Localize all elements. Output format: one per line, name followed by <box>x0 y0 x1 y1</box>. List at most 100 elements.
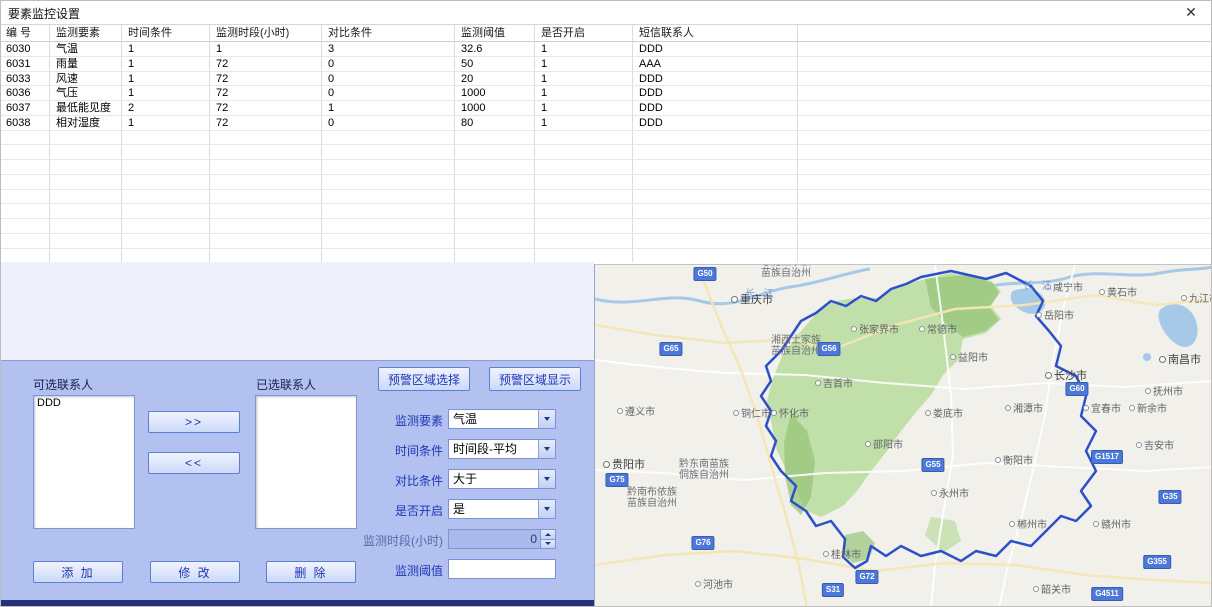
chevron-down-icon <box>545 542 551 545</box>
table-cell: 1 <box>535 42 633 57</box>
column-header[interactable]: 是否开启 <box>535 25 633 42</box>
column-header[interactable] <box>798 25 1212 42</box>
compare-condition-dropdown-button[interactable] <box>538 470 555 488</box>
table-cell: 风速 <box>50 72 122 87</box>
column-header[interactable]: 时间条件 <box>122 25 210 42</box>
table-cell: 3 <box>322 42 455 57</box>
table-cell: 1 <box>535 57 633 72</box>
column-header[interactable]: 短信联系人 <box>633 25 798 42</box>
highway-badge: G50 <box>693 267 716 281</box>
table-cell <box>798 72 1212 87</box>
table-row[interactable]: 6030气温11332.61DDD <box>0 42 1212 57</box>
table-cell <box>50 175 122 190</box>
table-row[interactable]: 6033风速1720201DDD <box>0 72 1212 87</box>
period-spinner[interactable]: 0 <box>448 529 556 549</box>
table-cell <box>633 145 798 160</box>
city-marker-icon <box>865 441 871 447</box>
table-cell <box>322 234 455 249</box>
map-city-label: 郴州市 <box>1009 516 1047 531</box>
table-cell <box>50 131 122 146</box>
table-cell <box>122 131 210 146</box>
city-marker-icon <box>950 354 956 360</box>
map-city-label: 长沙市 <box>1045 367 1087 383</box>
table-cell <box>122 234 210 249</box>
city-marker-icon <box>1099 289 1105 295</box>
table-cell <box>322 219 455 234</box>
column-header[interactable]: 监测时段(小时) <box>210 25 322 42</box>
add-button[interactable]: 添 加 <box>33 561 123 583</box>
threshold-input[interactable] <box>448 559 556 579</box>
map-city-label: 吉安市 <box>1136 437 1174 452</box>
time-condition-dropdown-button[interactable] <box>538 440 555 458</box>
modify-button[interactable]: 修 改 <box>150 561 240 583</box>
table-cell: DDD <box>633 116 798 131</box>
table-row[interactable]: 6037最低能见度272110001DDD <box>0 101 1212 116</box>
table-cell: AAA <box>633 57 798 72</box>
column-header[interactable]: 编 号 <box>0 25 50 42</box>
table-cell: 1 <box>535 72 633 87</box>
table-cell: 1000 <box>455 86 535 101</box>
map-city-label: 益阳市 <box>950 349 988 364</box>
table-cell <box>798 57 1212 72</box>
warning-area-select-button[interactable]: 预警区域选择 <box>378 367 470 391</box>
move-right-button[interactable]: >> <box>148 411 240 433</box>
list-item[interactable]: DDD <box>34 396 134 410</box>
close-icon[interactable]: ✕ <box>1182 3 1200 21</box>
time-condition-select[interactable]: 时间段-平均 <box>448 439 556 459</box>
highway-badge: G1517 <box>1091 450 1123 464</box>
table-row[interactable]: 6031雨量1720501AAA <box>0 57 1212 72</box>
warning-area-show-button[interactable]: 预警区域显示 <box>489 367 581 391</box>
column-header[interactable]: 监测要素 <box>50 25 122 42</box>
column-header[interactable]: 监测阈值 <box>455 25 535 42</box>
chevron-down-icon <box>544 507 550 511</box>
map-city-label: 南昌市 <box>1159 351 1201 367</box>
table-cell <box>798 145 1212 160</box>
map-view[interactable]: 重庆市咸宁市黄石市九江市岳阳市张家界市常德市益阳市湘西土家族苗族自治州南昌市吉首… <box>594 264 1212 607</box>
move-left-button[interactable]: << <box>148 452 240 474</box>
enabled-dropdown-button[interactable] <box>538 500 555 518</box>
city-marker-icon <box>1045 372 1052 379</box>
city-marker-icon <box>1036 312 1042 318</box>
table-cell <box>0 249 50 263</box>
map-city-label: 宜春市 <box>1083 400 1121 415</box>
column-header[interactable]: 对比条件 <box>322 25 455 42</box>
map-city-label: 永州市 <box>931 485 969 500</box>
table-cell <box>322 190 455 205</box>
table-cell <box>50 190 122 205</box>
highway-badge: G75 <box>605 473 628 487</box>
table-cell: 6038 <box>0 116 50 131</box>
table-cell: 1 <box>122 42 210 57</box>
available-contacts-list[interactable]: DDD <box>33 395 135 529</box>
highway-badge: G4511 <box>1091 587 1123 601</box>
table-cell <box>633 190 798 205</box>
table-row <box>0 131 1212 146</box>
table-cell <box>322 175 455 190</box>
highway-badge: G35 <box>1158 490 1181 504</box>
period-value: 0 <box>449 530 540 548</box>
table-cell <box>322 249 455 263</box>
spinner-down-button[interactable] <box>541 540 555 549</box>
compare-condition-value: 大于 <box>449 470 538 488</box>
city-marker-icon <box>1005 405 1011 411</box>
table-row[interactable]: 6038相对湿度1720801DDD <box>0 116 1212 131</box>
compare-condition-select[interactable]: 大于 <box>448 469 556 489</box>
enabled-select[interactable]: 是 <box>448 499 556 519</box>
map-city-label: 九江市 <box>1181 290 1212 305</box>
table-cell <box>535 234 633 249</box>
table-cell: 72 <box>210 57 322 72</box>
table-cell <box>633 131 798 146</box>
table-cell <box>0 190 50 205</box>
map-city-label: 韶关市 <box>1033 581 1071 596</box>
table-cell <box>0 219 50 234</box>
chevron-down-icon <box>544 417 550 421</box>
element-dropdown-button[interactable] <box>538 410 555 428</box>
spinner-up-button[interactable] <box>541 530 555 540</box>
table-cell <box>210 249 322 263</box>
table-cell <box>50 160 122 175</box>
table-cell <box>798 204 1212 219</box>
monitoring-table: 编 号监测要素时间条件监测时段(小时)对比条件监测阈值是否开启短信联系人 603… <box>0 24 1212 262</box>
table-cell <box>633 219 798 234</box>
table-cell <box>798 249 1212 263</box>
table-row[interactable]: 6036气压172010001DDD <box>0 86 1212 101</box>
element-select[interactable]: 气温 <box>448 409 556 429</box>
